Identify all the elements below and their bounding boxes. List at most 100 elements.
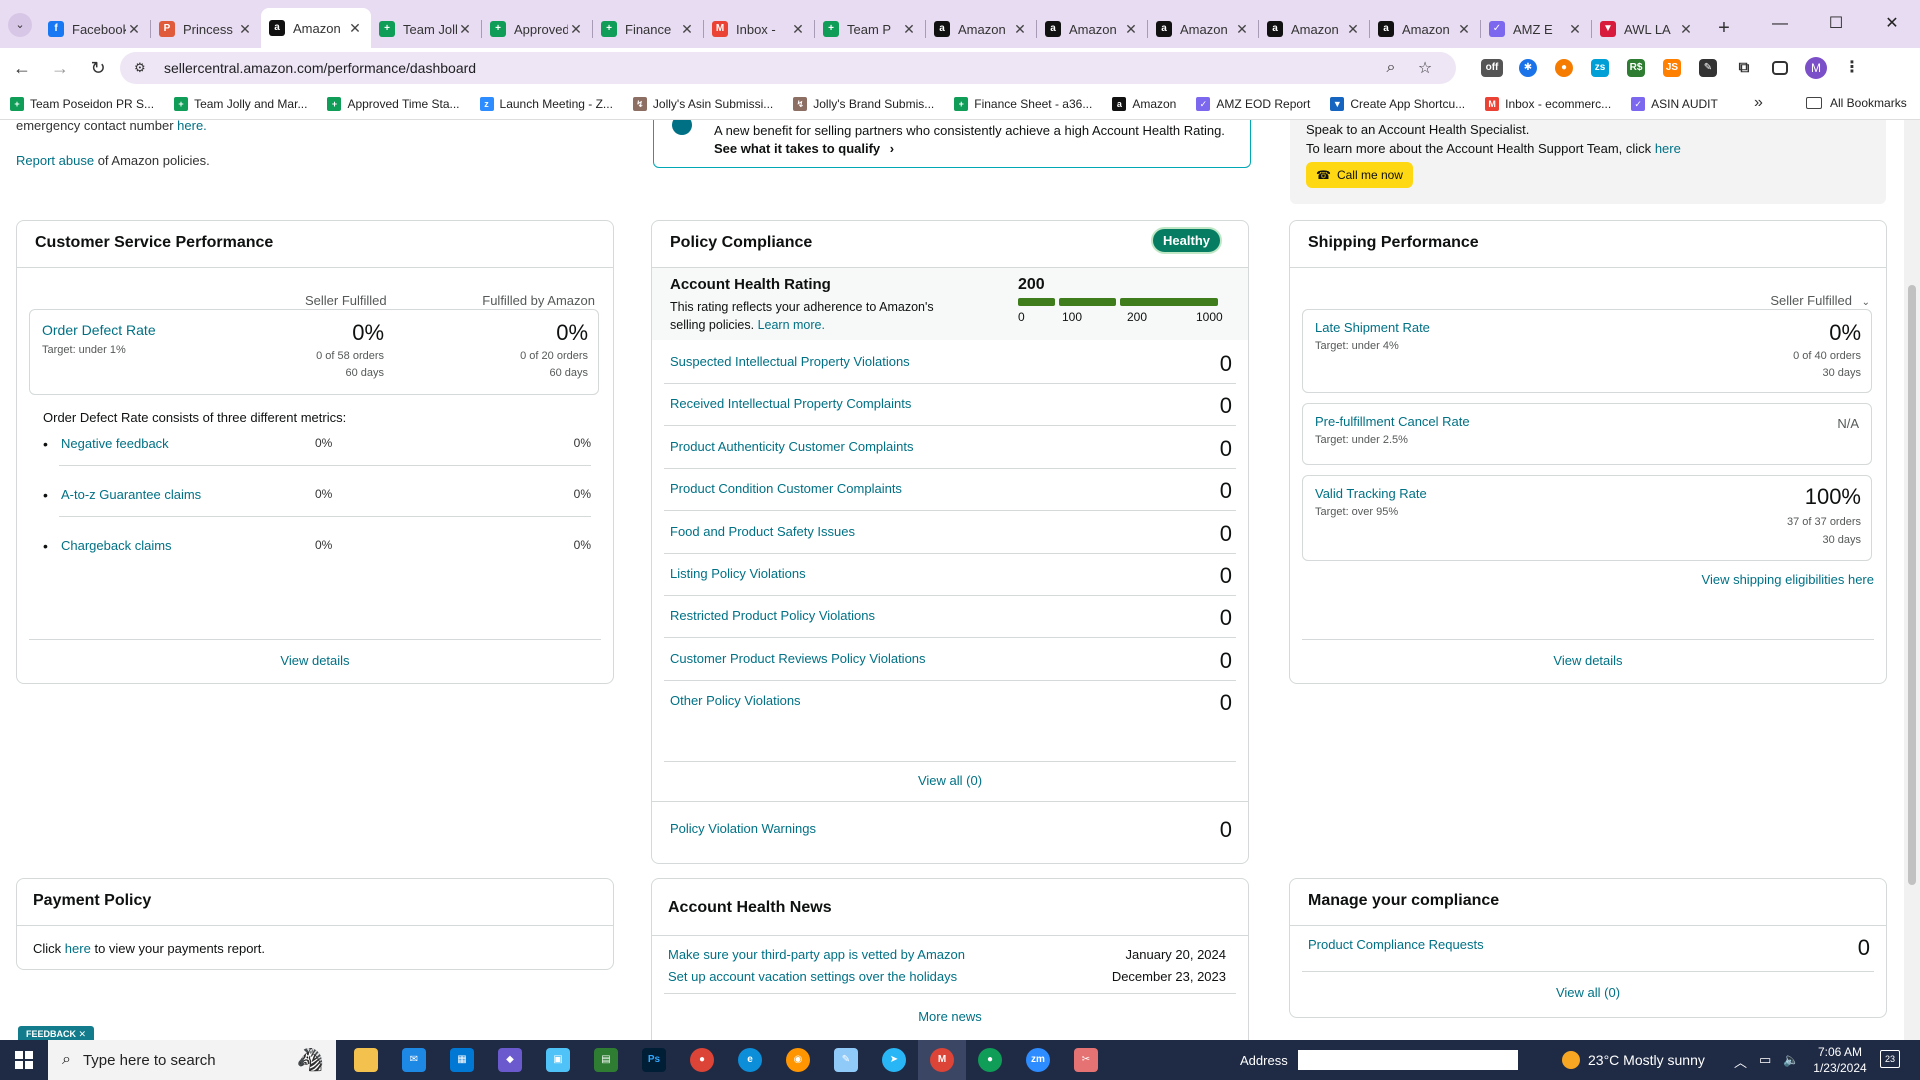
bookmark-item[interactable]: ✓ AMZ EOD Report xyxy=(1196,96,1310,111)
address-bar[interactable]: ⚙ sellercentral.amazon.com/performance/d… xyxy=(120,52,1456,84)
odr-metric-link[interactable]: A-to-z Guarantee claims xyxy=(61,487,201,502)
shipping-fulfillment-dropdown[interactable]: Seller Fulfilled ⌄ xyxy=(1770,293,1870,308)
show-hidden-icons-chevron-icon[interactable]: ︿ xyxy=(1734,1052,1747,1071)
firefox-icon[interactable]: ◉ xyxy=(774,1040,822,1080)
start-button[interactable] xyxy=(0,1040,48,1080)
view-shipping-eligibilities-link[interactable]: View shipping eligibilities here xyxy=(1702,572,1874,587)
calculator-icon[interactable]: ▤ xyxy=(582,1040,630,1080)
policy-violation-link[interactable]: Other Policy Violations xyxy=(670,693,801,708)
policy-violation-link[interactable]: Product Authenticity Customer Complaints xyxy=(670,439,914,454)
pre-fulfillment-cancel-rate-link[interactable]: Pre-fulfillment Cancel Rate xyxy=(1315,414,1470,429)
news-item-link[interactable]: Make sure your third-party app is vetted… xyxy=(668,947,965,962)
taskbar-clock[interactable]: 7:06 AM 1/23/2024 xyxy=(1800,1044,1880,1076)
extension-rs[interactable]: R$ xyxy=(1618,52,1654,84)
close-tab-icon[interactable]: ✕ xyxy=(1234,21,1250,38)
close-tab-icon[interactable]: ✕ xyxy=(347,20,363,37)
browser-tab[interactable]: f Facebook ✕ xyxy=(40,12,150,46)
close-window-button[interactable]: ✕ xyxy=(1864,0,1920,48)
close-tab-icon[interactable]: ✕ xyxy=(901,21,917,38)
call-me-now-button[interactable]: ☎ Call me now xyxy=(1306,162,1413,188)
close-tab-icon[interactable]: ✕ xyxy=(1012,21,1028,38)
back-button[interactable]: ← xyxy=(6,52,38,84)
close-tab-icon[interactable]: ✕ xyxy=(1123,21,1139,38)
bookmark-item[interactable]: z Launch Meeting - Z... xyxy=(479,96,613,111)
volume-icon[interactable]: 🔈 xyxy=(1783,1052,1799,1071)
close-tab-icon[interactable]: ✕ xyxy=(790,21,806,38)
bookmark-item[interactable]: ▼ Create App Shortcu... xyxy=(1330,96,1465,111)
close-tab-icon[interactable]: ✕ xyxy=(679,21,695,38)
policy-violation-link[interactable]: Suspected Intellectual Property Violatio… xyxy=(670,354,910,369)
url-text[interactable]: sellercentral.amazon.com/performance/das… xyxy=(154,60,1374,76)
snipping-tool-icon[interactable]: ✂ xyxy=(1062,1040,1110,1080)
extension-circle[interactable]: ● xyxy=(1546,52,1582,84)
taskbar-search-box[interactable]: ⌕ Type here to search 🦓 xyxy=(48,1040,336,1080)
policy-violation-link[interactable]: Restricted Product Policy Violations xyxy=(670,608,875,623)
profile-avatar[interactable]: M xyxy=(1798,52,1834,84)
browser-tab[interactable]: M Inbox - ✕ xyxy=(704,12,814,46)
browser-tab[interactable]: + Team Jolly✕ xyxy=(371,12,481,46)
policy-violation-link[interactable]: Received Intellectual Property Complaint… xyxy=(670,396,911,411)
extension-zs[interactable]: zs xyxy=(1582,52,1618,84)
telegram-icon[interactable]: ➤ xyxy=(870,1040,918,1080)
browser-tab[interactable]: + Finance ✕ xyxy=(593,12,703,46)
page-scrollbar[interactable] xyxy=(1904,120,1920,1040)
product-compliance-requests-link[interactable]: Product Compliance Requests xyxy=(1308,937,1484,952)
device-icon[interactable]: ▣ xyxy=(534,1040,582,1080)
bookmark-item[interactable]: ↯ Jolly's Brand Submis... xyxy=(793,96,934,111)
address-input[interactable] xyxy=(1297,1050,1518,1070)
extension-off[interactable]: off xyxy=(1474,52,1510,84)
minimize-button[interactable]: — xyxy=(1752,0,1808,48)
emergency-contact-link[interactable]: here. xyxy=(177,120,207,133)
close-tab-icon[interactable]: ✕ xyxy=(457,21,473,38)
cortana-icon[interactable]: ◆ xyxy=(486,1040,534,1080)
browser-tab[interactable]: + Team P ✕ xyxy=(815,12,925,46)
customer-service-view-details-link[interactable]: View details xyxy=(17,653,613,668)
side-panel-icon[interactable] xyxy=(1762,52,1798,84)
maximize-button[interactable]: ☐ xyxy=(1808,0,1864,48)
file-explorer-icon[interactable] xyxy=(342,1040,390,1080)
close-tab-icon[interactable]: ✕ xyxy=(1345,21,1361,38)
bookmark-item[interactable]: + Approved Time Sta... xyxy=(327,96,460,111)
chrome-profile-m-icon[interactable]: M xyxy=(918,1040,966,1080)
compliance-view-all-link[interactable]: View all (0) xyxy=(1290,985,1886,1000)
shipping-view-details-link[interactable]: View details xyxy=(1290,653,1886,668)
close-tab-icon[interactable]: ✕ xyxy=(237,21,253,38)
browser-tab[interactable]: ▼ AWL LA ✕ xyxy=(1592,12,1702,46)
browser-tab[interactable]: ✓ AMZ E ✕ xyxy=(1481,12,1591,46)
zoom-app-icon[interactable]: zm xyxy=(1014,1040,1062,1080)
news-item-link[interactable]: Set up account vacation settings over th… xyxy=(668,969,957,984)
close-tab-icon[interactable]: ✕ xyxy=(1456,21,1472,38)
bookmark-item[interactable]: + Finance Sheet - a36... xyxy=(954,96,1092,111)
valid-tracking-rate-link[interactable]: Valid Tracking Rate xyxy=(1315,486,1427,501)
weather-widget[interactable]: 23°C Mostly sunny xyxy=(1562,1051,1705,1069)
bookmark-star-icon[interactable]: ☆ xyxy=(1408,58,1442,78)
edge-icon[interactable]: e xyxy=(726,1040,774,1080)
policy-view-all-link[interactable]: View all (0) xyxy=(652,773,1248,788)
late-shipment-rate-link[interactable]: Late Shipment Rate xyxy=(1315,320,1430,335)
chrome-profile-2-icon[interactable]: ● xyxy=(966,1040,1014,1080)
order-defect-rate-link[interactable]: Order Defect Rate xyxy=(42,322,156,338)
site-info-icon[interactable]: ⚙ xyxy=(134,60,154,76)
chrome-icon[interactable]: ● xyxy=(678,1040,726,1080)
more-bookmarks-chevron-icon[interactable]: » xyxy=(1754,94,1763,112)
new-tab-button[interactable]: + xyxy=(1710,14,1738,42)
browser-tab[interactable]: P Princess ✕ xyxy=(151,12,261,46)
photoshop-icon[interactable]: Ps xyxy=(630,1040,678,1080)
feedback-tab[interactable]: FEEDBACK ✕ xyxy=(18,1026,95,1040)
policy-violation-link[interactable]: Product Condition Customer Complaints xyxy=(670,481,902,496)
policy-violation-link[interactable]: Food and Product Safety Issues xyxy=(670,524,855,539)
bookmark-item[interactable]: + Team Poseidon PR S... xyxy=(10,96,154,111)
close-tab-icon[interactable]: ✕ xyxy=(1567,21,1583,38)
bookmark-item[interactable]: a Amazon xyxy=(1112,96,1176,111)
ahr-learn-more-link[interactable]: Learn more. xyxy=(758,318,825,332)
extension-pen[interactable]: ✎ xyxy=(1690,52,1726,84)
all-bookmarks-button[interactable]: All Bookmarks xyxy=(1806,96,1907,110)
zoom-icon[interactable]: ⌕ xyxy=(1374,59,1408,77)
close-tab-icon[interactable]: ✕ xyxy=(568,21,584,38)
odr-metric-link[interactable]: Chargeback claims xyxy=(61,538,172,553)
browser-menu-icon[interactable]: ⋮ xyxy=(1834,52,1870,84)
browser-tab[interactable]: a Amazon ✕ xyxy=(926,12,1036,46)
report-abuse-link[interactable]: Report abuse xyxy=(16,153,94,168)
notification-center-icon[interactable]: 23 xyxy=(1880,1050,1900,1068)
policy-violation-warnings-link[interactable]: Policy Violation Warnings xyxy=(670,821,816,836)
